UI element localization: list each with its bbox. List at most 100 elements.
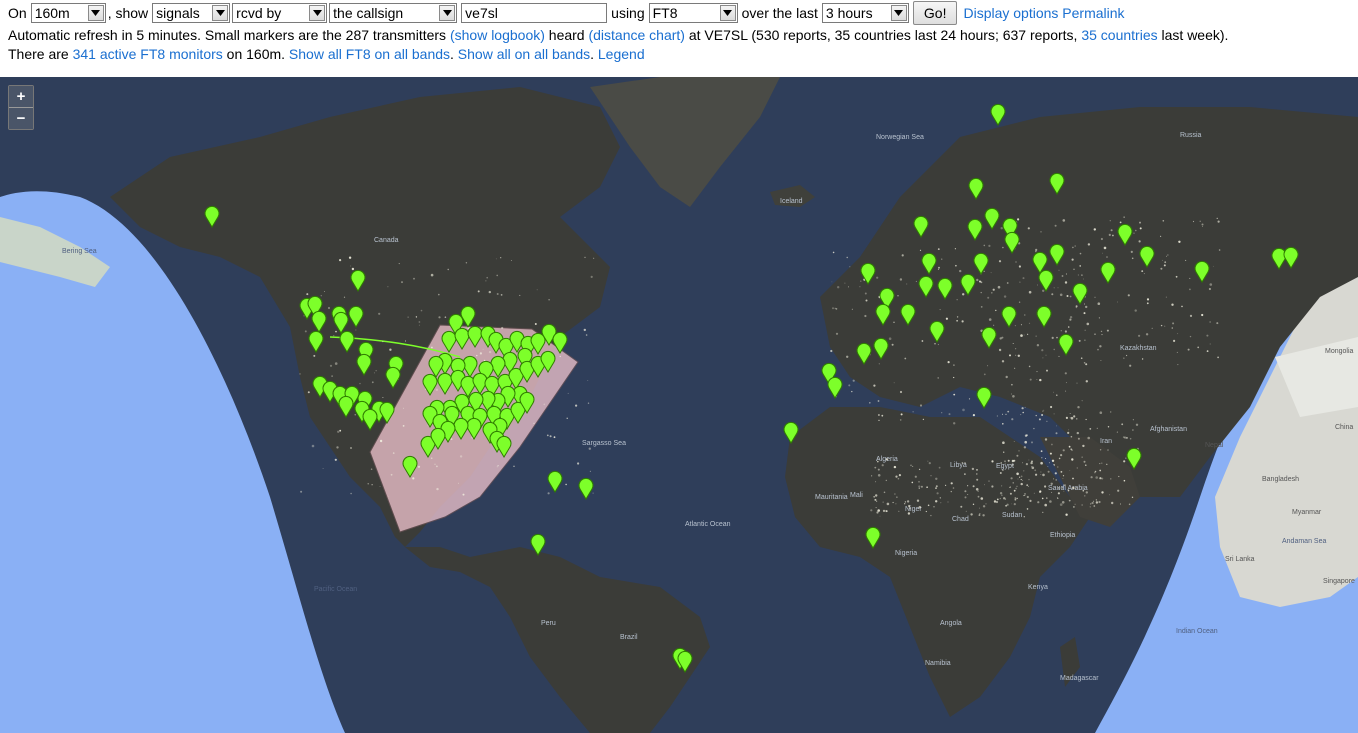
band-select[interactable]: 160m	[30, 3, 106, 23]
city-light	[1065, 273, 1067, 275]
city-light	[447, 268, 449, 271]
city-light	[904, 503, 906, 505]
city-light	[587, 402, 590, 404]
city-light	[1025, 434, 1028, 437]
city-light	[832, 251, 835, 254]
city-light	[534, 323, 537, 325]
city-light	[1024, 495, 1026, 496]
city-light	[930, 514, 932, 517]
city-light	[926, 486, 928, 489]
city-light	[1098, 500, 1101, 504]
mode-select[interactable]: FT8	[648, 3, 738, 23]
city-light	[875, 494, 878, 497]
city-light	[995, 500, 999, 504]
city-light	[1076, 382, 1078, 384]
city-light	[953, 376, 955, 379]
city-light	[510, 260, 512, 261]
city-light	[998, 260, 1002, 263]
city-light	[1020, 482, 1023, 486]
period-select[interactable]: 3 hours	[821, 3, 909, 23]
show-all-bands-link[interactable]: Show all on all bands	[458, 46, 590, 62]
city-light	[1081, 504, 1083, 506]
direction-select[interactable]: rcvd by	[232, 3, 328, 23]
city-light	[1051, 443, 1053, 446]
city-light	[1132, 419, 1134, 421]
city-light	[937, 248, 940, 251]
active-monitors-link[interactable]: 341 active FT8 monitors	[73, 46, 223, 62]
city-light	[1018, 265, 1022, 268]
callsign-input[interactable]: ve7sl	[461, 3, 608, 23]
distance-chart-link[interactable]: (distance chart)	[588, 27, 684, 43]
city-light	[431, 346, 433, 349]
city-light	[1085, 305, 1088, 309]
permalink-link[interactable]: Permalink	[1062, 5, 1124, 21]
show-logbook-link[interactable]: (show logbook)	[450, 27, 545, 43]
go-button[interactable]: Go!	[912, 1, 958, 25]
city-light	[891, 343, 894, 346]
city-light	[1090, 503, 1092, 505]
city-light	[337, 430, 340, 433]
city-light	[977, 490, 979, 492]
mode-value: FT8	[652, 5, 678, 21]
world-map[interactable]: Norwegian Sea Iceland Bering Sea Canada …	[0, 77, 1358, 733]
city-light	[1006, 503, 1009, 506]
city-light	[906, 283, 908, 285]
city-light	[837, 286, 840, 289]
city-light	[1020, 475, 1023, 478]
city-light	[1002, 423, 1004, 425]
place-label: Nepal	[1205, 442, 1224, 449]
city-light	[367, 483, 369, 485]
city-light	[1016, 454, 1019, 457]
city-light	[877, 460, 879, 463]
city-light	[430, 273, 434, 277]
display-options-link[interactable]: Display options	[963, 5, 1058, 21]
band-value: 160m	[34, 5, 70, 21]
city-light	[851, 308, 853, 310]
city-light	[378, 312, 381, 315]
city-light	[1091, 501, 1094, 505]
city-light	[919, 404, 923, 407]
city-light	[1160, 267, 1163, 270]
city-light	[1094, 470, 1097, 473]
city-light	[1048, 462, 1050, 464]
show-select[interactable]: signals	[152, 3, 231, 23]
countries-link[interactable]: 35 countries	[1081, 27, 1157, 43]
city-light	[1127, 294, 1130, 297]
city-light	[906, 500, 910, 503]
city-light	[1209, 283, 1213, 286]
city-light	[1070, 416, 1074, 420]
city-light	[964, 473, 966, 475]
city-light	[1071, 458, 1074, 461]
city-light	[983, 373, 986, 376]
city-light	[1065, 382, 1067, 384]
city-light	[1013, 489, 1016, 492]
city-light	[1062, 449, 1065, 452]
legend-link[interactable]: Legend	[598, 46, 645, 62]
city-light	[918, 485, 921, 488]
city-light	[1000, 462, 1002, 464]
place-label: Kazakhstan	[1120, 345, 1157, 352]
city-light	[904, 357, 907, 360]
city-light	[436, 487, 439, 491]
city-light	[1005, 375, 1008, 379]
city-light	[859, 286, 861, 288]
city-light	[1010, 477, 1013, 480]
city-light	[1086, 322, 1090, 326]
zoom-out-button[interactable]: −	[9, 108, 33, 129]
city-light	[1002, 246, 1004, 249]
who-select[interactable]: the callsign	[329, 3, 458, 23]
city-light	[898, 510, 900, 512]
city-light	[947, 361, 950, 364]
city-light	[1044, 485, 1047, 488]
city-light	[379, 486, 381, 487]
city-light	[1033, 427, 1035, 430]
place-label: Brazil	[620, 634, 638, 641]
zoom-in-button[interactable]: +	[9, 86, 33, 108]
city-light	[1022, 462, 1024, 464]
city-light	[1040, 450, 1043, 453]
show-all-ft8-link[interactable]: Show all FT8 on all bands	[289, 46, 450, 62]
city-light	[1172, 322, 1175, 325]
city-light	[1045, 458, 1046, 459]
city-light	[977, 495, 980, 498]
city-light	[1002, 413, 1003, 415]
